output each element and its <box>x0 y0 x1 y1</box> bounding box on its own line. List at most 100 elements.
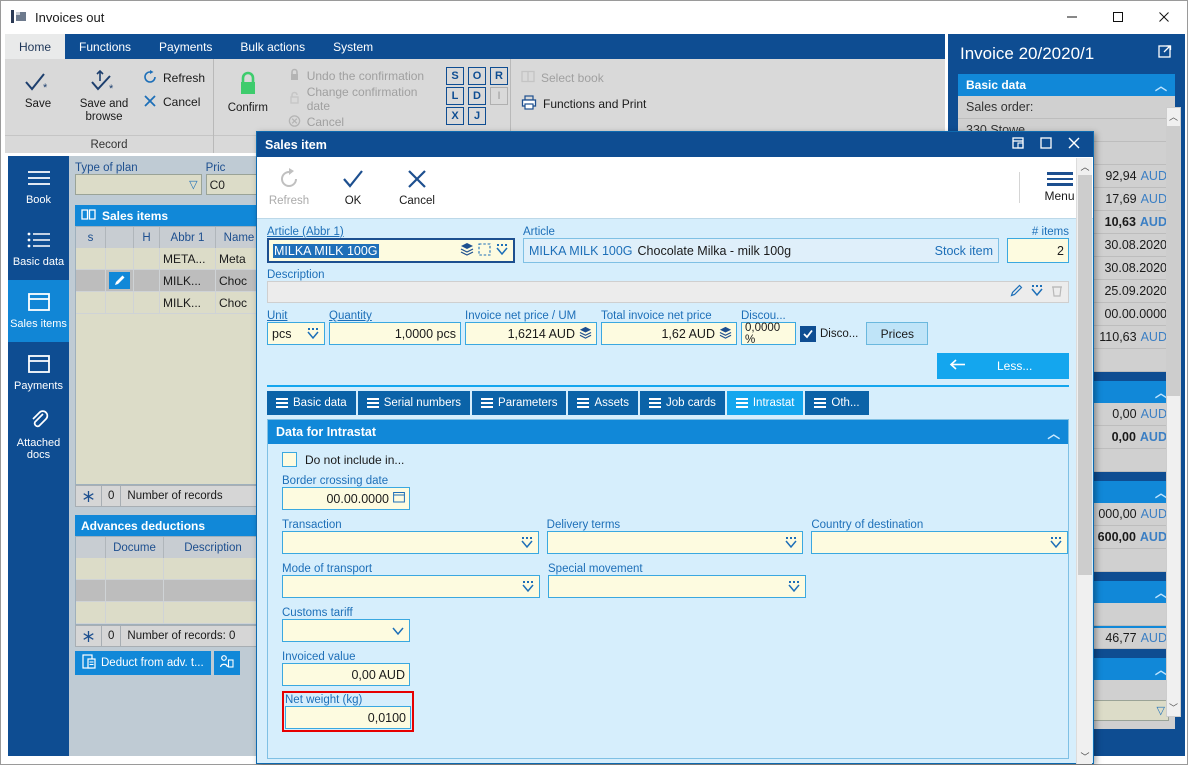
col-blank[interactable] <box>76 537 106 558</box>
table-row[interactable] <box>76 580 263 602</box>
invoiced-value-field[interactable]: 0,00 AUD <box>282 663 410 686</box>
tab-intrastat[interactable]: Intrastat <box>726 391 804 415</box>
tab-home[interactable]: Home <box>5 34 66 59</box>
net-weight-field[interactable]: 0,0100 <box>285 706 411 729</box>
dropdown-icon[interactable] <box>306 327 320 340</box>
save-button[interactable]: * Save <box>5 63 71 111</box>
key-button-x[interactable]: X <box>446 107 464 125</box>
sidebar-item-basic-data[interactable]: Basic data <box>8 218 69 280</box>
net-price-field[interactable]: 1,6214 AUD <box>465 322 597 345</box>
dropdown-icon[interactable] <box>495 243 509 259</box>
discount-field[interactable]: 0,0000 % <box>741 322 796 346</box>
open-external-icon[interactable] <box>1158 44 1173 64</box>
col-document[interactable]: Docume <box>106 537 164 558</box>
col-blank[interactable] <box>106 227 134 248</box>
select-book-button[interactable]: Select book <box>515 67 652 89</box>
key-button-o[interactable]: O <box>468 67 486 85</box>
functions-and-print-button[interactable]: Functions and Print <box>515 93 652 115</box>
table-row[interactable] <box>76 602 263 624</box>
table-row[interactable]: MILK... Choc <box>76 292 263 314</box>
scroll-thumb[interactable] <box>1167 126 1180 396</box>
chevron-up-icon[interactable]: ︿ <box>1155 77 1167 94</box>
cancel-button[interactable]: Cancel <box>137 91 211 113</box>
col-h[interactable]: H <box>134 227 160 248</box>
dialog-cancel-button[interactable]: Cancel <box>385 168 449 207</box>
section-basic-data[interactable]: Basic data ︿ <box>958 74 1175 96</box>
intrastat-panel-header[interactable]: Data for Intrastat ︿ <box>268 420 1068 444</box>
tab-job-cards[interactable]: Job cards <box>640 391 725 415</box>
quantity-field[interactable]: 1,0000 pcs <box>329 322 461 345</box>
scroll-up-icon[interactable]: ︿ <box>1167 108 1180 125</box>
unit-field[interactable]: pcs <box>267 322 325 345</box>
tab-parameters[interactable]: Parameters <box>472 391 567 415</box>
table-row[interactable]: META... Meta <box>76 248 263 270</box>
save-and-browse-button[interactable]: * Save and browse <box>71 63 137 124</box>
key-button-s[interactable]: S <box>446 67 464 85</box>
table-row[interactable] <box>76 558 263 580</box>
undo-confirmation-button[interactable]: Undo the confirmation <box>282 65 440 87</box>
delivery-terms-field[interactable] <box>546 531 804 554</box>
customs-tariff-field[interactable] <box>282 619 410 642</box>
special-movement-field[interactable] <box>548 575 806 598</box>
tab-assets[interactable]: Assets <box>568 391 638 415</box>
select-icon[interactable] <box>478 242 491 259</box>
close-button[interactable] <box>1141 1 1187 33</box>
dropdown-icon[interactable] <box>784 536 798 549</box>
tab-functions[interactable]: Functions <box>65 34 145 59</box>
type-of-plan-field[interactable]: ▽ <box>75 174 202 195</box>
dropdown-icon[interactable] <box>521 580 535 593</box>
tab-bulk-actions[interactable]: Bulk actions <box>226 34 319 59</box>
prices-button[interactable]: Prices <box>866 322 929 345</box>
dialog-refresh-button[interactable]: Refresh <box>257 168 321 207</box>
num-items-field[interactable]: 2 <box>1007 238 1069 263</box>
discount-checkbox[interactable] <box>800 325 816 342</box>
deduct-from-advance-button[interactable]: Deduct from adv. t... <box>75 651 211 675</box>
dialog-ok-button[interactable]: OK <box>321 168 385 207</box>
scroll-up-icon[interactable]: ︿ <box>1078 158 1092 174</box>
col-abbr1[interactable]: Abbr 1 <box>160 227 216 248</box>
change-confirmation-date-button[interactable]: Change confirmation date <box>282 85 440 113</box>
key-button-l[interactable]: L <box>446 87 464 105</box>
pencil-icon[interactable] <box>1010 284 1023 300</box>
stack-icon[interactable] <box>579 326 592 342</box>
stack-icon[interactable] <box>719 326 732 342</box>
key-button-j[interactable]: J <box>468 107 486 125</box>
col-s[interactable]: s <box>76 227 106 248</box>
less-button[interactable]: Less... <box>937 353 1069 379</box>
sidebar-item-sales-items[interactable]: Sales items <box>8 280 69 342</box>
dropdown-icon[interactable] <box>520 536 534 549</box>
sidebar-item-attached-docs[interactable]: Attached docs <box>8 404 69 466</box>
refresh-button[interactable]: Refresh <box>137 67 211 89</box>
key-button-i[interactable]: I <box>490 87 508 105</box>
mode-of-transport-field[interactable] <box>282 575 540 598</box>
do-not-include-checkbox[interactable] <box>282 452 297 467</box>
dropdown-icon[interactable] <box>1049 536 1063 549</box>
article-abbr-field[interactable]: MILKA MILK 100G <box>267 238 515 263</box>
chevron-down-icon[interactable] <box>391 626 405 636</box>
country-of-destination-field[interactable] <box>811 531 1069 554</box>
restore-icon[interactable] <box>1011 136 1025 153</box>
key-button-r[interactable]: R <box>490 67 508 85</box>
close-icon[interactable] <box>1067 136 1081 153</box>
dropdown-icon[interactable] <box>1030 284 1044 300</box>
tab-serial-numbers[interactable]: Serial numbers <box>357 391 471 415</box>
maximize-icon[interactable] <box>1039 136 1053 153</box>
table-row[interactable]: MILK... Choc <box>76 270 263 292</box>
key-button-d[interactable]: D <box>468 87 486 105</box>
sidebar-item-payments[interactable]: Payments <box>8 342 69 404</box>
total-net-price-field[interactable]: 1,62 AUD <box>601 322 737 345</box>
minimize-button[interactable] <box>1049 1 1095 33</box>
calendar-icon[interactable] <box>393 491 405 506</box>
scroll-thumb[interactable] <box>1078 175 1092 575</box>
col-description[interactable]: Description <box>164 537 263 558</box>
chevron-up-icon[interactable]: ︿ <box>1047 423 1060 442</box>
transaction-field[interactable] <box>282 531 539 554</box>
person-doc-button[interactable] <box>213 651 240 675</box>
dialog-scrollbar[interactable]: ︿ ﹀ <box>1076 158 1092 764</box>
cancel-confirmation-button[interactable]: Cancel <box>282 111 440 133</box>
dropdown-icon[interactable] <box>787 580 801 593</box>
confirm-button[interactable]: Confirm <box>214 63 282 115</box>
right-panel-scrollbar[interactable]: ︿ ﹀ <box>1166 107 1181 717</box>
description-field[interactable] <box>267 281 1069 303</box>
scroll-down-icon[interactable]: ﹀ <box>1167 699 1180 716</box>
